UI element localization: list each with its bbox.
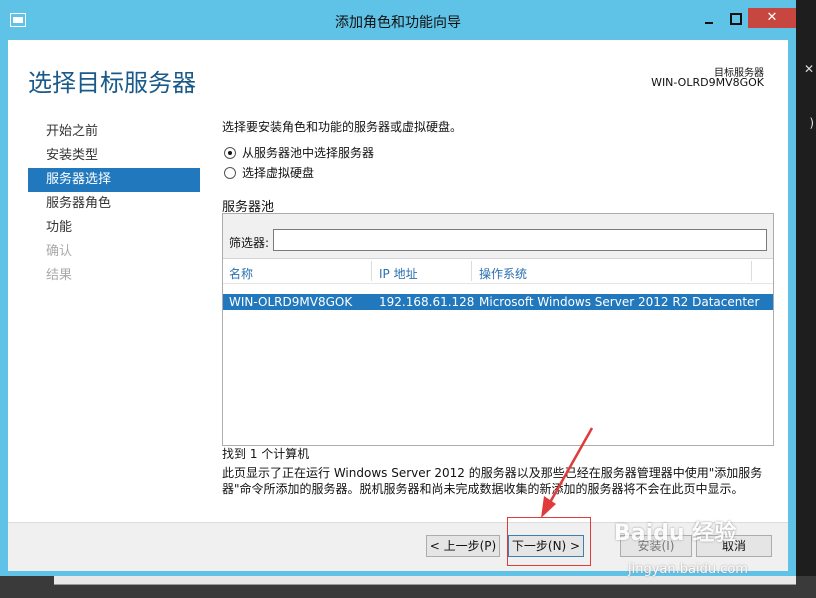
annotation-highlight-box — [507, 517, 591, 566]
close-button[interactable]: ✕ — [748, 8, 796, 28]
column-header-ip[interactable]: IP 地址 — [379, 265, 418, 282]
server-pool-panel: 筛选器: 名称 IP 地址 操作系统 WIN-OLRD9MV8GOK 192.1… — [222, 213, 774, 446]
page-title: 选择目标服务器 — [28, 69, 196, 97]
window-title: 添加角色和功能向导 — [335, 15, 461, 31]
title-bar[interactable]: 添加角色和功能向导 ✕ — [0, 0, 796, 40]
column-header-os[interactable]: 操作系统 — [479, 265, 527, 282]
close-icon: ✕ — [766, 10, 778, 25]
radio-unselected-icon — [224, 167, 236, 179]
background-paren-glyph: ) — [809, 116, 814, 130]
column-divider[interactable] — [471, 261, 472, 281]
radio-virtual-disk-label: 选择虚拟硬盘 — [242, 166, 315, 180]
filter-area: 筛选器: — [223, 214, 773, 259]
nav-item-confirmation: 确认 — [46, 244, 73, 259]
column-header-name[interactable]: 名称 — [229, 265, 253, 282]
baidu-watermark-url: jingyan.baidu.com — [628, 562, 748, 577]
background-strip — [54, 576, 796, 585]
minimize-button[interactable] — [696, 8, 722, 28]
radio-server-pool[interactable]: 从服务器池中选择服务器 — [224, 144, 744, 162]
server-grid-header: 名称 IP 地址 操作系统 — [223, 259, 773, 284]
radio-selected-icon — [224, 147, 236, 159]
radio-virtual-disk[interactable]: 选择虚拟硬盘 — [224, 164, 744, 182]
wizard-window: 添加角色和功能向导 ✕ 选择目标服务器 目标服务器 WIN-OLRD9MV8GO… — [0, 0, 796, 576]
filter-label: 筛选器: — [229, 236, 270, 250]
nav-item-features[interactable]: 功能 — [28, 216, 200, 240]
background-taskbar — [0, 576, 816, 598]
baidu-watermark: Baidu 经验 — [614, 521, 737, 546]
filter-input[interactable] — [273, 229, 767, 251]
nav-item-before-you-begin[interactable]: 开始之前 — [28, 120, 200, 144]
minimize-icon — [705, 22, 713, 24]
nav-item-installation-type[interactable]: 安装类型 — [28, 144, 200, 168]
wizard-client-area: 选择目标服务器 目标服务器 WIN-OLRD9MV8GOK 开始之前 安装类型 … — [8, 40, 788, 571]
maximize-icon — [730, 13, 742, 25]
background-close-glyph: ✕ — [803, 62, 814, 76]
nav-item-server-roles[interactable]: 服务器角色 — [28, 192, 200, 216]
row-server-ip: 192.168.61.128 — [379, 295, 475, 309]
column-divider[interactable] — [751, 261, 752, 281]
maximize-button[interactable] — [722, 8, 748, 28]
description-text: 此页显示了正在运行 Windows Server 2012 的服务器以及那些已经… — [222, 466, 763, 496]
radio-server-pool-label: 从服务器池中选择服务器 — [242, 146, 375, 160]
nav-item-server-selection[interactable]: 服务器选择 — [28, 168, 200, 192]
intro-text: 选择要安装角色和功能的服务器或虚拟硬盘。 — [222, 120, 463, 134]
row-server-name: WIN-OLRD9MV8GOK — [229, 295, 353, 309]
row-server-os: Microsoft Windows Server 2012 R2 Datacen… — [479, 295, 760, 309]
target-server-name: WIN-OLRD9MV8GOK — [651, 76, 764, 89]
previous-button[interactable]: < 上一步(P) — [426, 535, 500, 557]
column-divider[interactable] — [371, 261, 372, 281]
table-row[interactable]: WIN-OLRD9MV8GOK 192.168.61.128 Microsoft… — [223, 294, 773, 310]
wizard-nav: 开始之前 安装类型 服务器选择 服务器角色 功能 确认 结果 — [28, 120, 200, 288]
nav-item-results: 结果 — [46, 268, 73, 283]
background-window-edge: ✕ ) — [796, 0, 816, 598]
found-count-text: 找到 1 个计算机 — [222, 447, 310, 461]
